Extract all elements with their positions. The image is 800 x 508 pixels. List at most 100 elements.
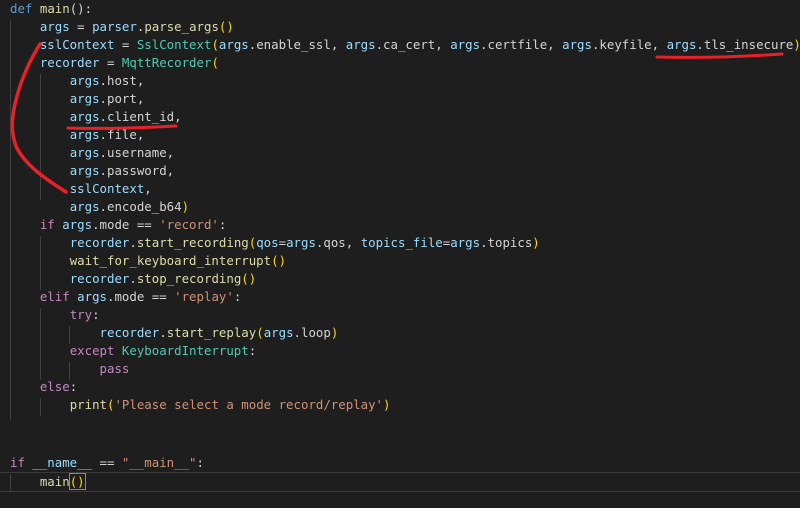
punctuation: : — [218, 217, 227, 232]
code-line[interactable]: recorder.stop_recording() — [10, 270, 257, 288]
variable: args — [666, 37, 697, 52]
punctuation: (): — [69, 1, 93, 16]
variable: args — [54, 217, 93, 232]
variable: args — [69, 163, 100, 178]
keyword: if — [39, 217, 55, 232]
operator: = — [69, 19, 93, 34]
attribute: .encode_b64 — [99, 199, 182, 214]
code-line[interactable]: args.encode_b64) — [10, 198, 189, 216]
punctuation: . — [129, 235, 137, 250]
attribute: .file, — [99, 127, 145, 142]
variable: args — [286, 235, 316, 250]
code-line[interactable]: recorder.start_recording(qos=args.qos, t… — [10, 234, 540, 252]
code-line[interactable]: if args.mode == 'record': — [10, 216, 227, 234]
function-name: start_recording — [136, 235, 249, 250]
punctuation: . — [129, 271, 137, 286]
attribute: .enable_ssl, — [248, 37, 346, 52]
class-name: MqttRecorder — [121, 55, 212, 70]
operator: .mode == — [92, 217, 160, 232]
code-line[interactable]: wait_for_keyboard_interrupt() — [10, 252, 286, 270]
bracket: ) — [330, 325, 339, 340]
current-line-highlight — [0, 472, 800, 492]
function-name: main — [39, 474, 70, 489]
brackets: () — [241, 271, 257, 286]
variable: recorder — [99, 325, 160, 340]
variable: recorder — [39, 55, 100, 70]
variable: args — [69, 145, 100, 160]
attribute: .certfile, — [480, 37, 563, 52]
string-literal: 'record' — [159, 217, 219, 232]
code-line[interactable]: sslContext = SslContext(args.enable_ssl,… — [10, 36, 800, 54]
code-line[interactable]: sslContext, — [10, 180, 152, 198]
operator: = — [99, 55, 122, 70]
variable: recorder — [69, 235, 130, 250]
code-line[interactable]: else: — [10, 378, 77, 396]
string-literal: "__main__" — [121, 455, 197, 470]
function-name: stop_recording — [136, 271, 242, 286]
punctuation: : — [233, 289, 242, 304]
variable: args — [450, 235, 481, 250]
code-line[interactable]: recorder = MqttRecorder( — [10, 54, 219, 72]
variable: args — [345, 37, 376, 52]
bracket: ( — [256, 325, 264, 340]
code-line[interactable]: args.username, — [10, 144, 174, 162]
function-name: parse_args — [144, 19, 219, 34]
attribute: .client_id, — [99, 109, 182, 124]
class-name: KeyboardInterrupt — [114, 343, 249, 358]
brackets: () — [218, 19, 234, 34]
attribute: .loop — [293, 325, 331, 340]
code-line[interactable]: except KeyboardInterrupt: — [10, 342, 257, 360]
attribute: .qos, — [315, 235, 361, 250]
brackets: () — [271, 253, 287, 268]
code-editor[interactable]: def main(): args = parser.parse_args() s… — [0, 0, 800, 508]
bracket: ) — [793, 37, 800, 52]
variable: args — [69, 91, 100, 106]
punctuation: : — [92, 307, 100, 322]
code-line[interactable]: args.port, — [10, 90, 145, 108]
bracket: ) — [181, 199, 190, 214]
code-line[interactable]: recorder.start_replay(args.loop) — [10, 324, 339, 342]
punctuation: . — [159, 325, 167, 340]
attribute: .tls_insecure — [696, 37, 794, 52]
variable: args — [562, 37, 592, 52]
attribute: .topics — [480, 235, 533, 250]
variable: recorder — [69, 271, 130, 286]
variable: __name__ — [24, 455, 93, 470]
variable: args — [450, 37, 481, 52]
keyword: def — [10, 1, 33, 16]
code-line[interactable]: print('Please select a mode record/repla… — [10, 396, 391, 414]
code-line[interactable]: def main(): — [10, 0, 92, 18]
variable: args — [263, 325, 294, 340]
keyword: try — [69, 307, 93, 322]
function-name: main — [39, 1, 70, 16]
variable: sslContext — [39, 37, 115, 52]
code-line[interactable]: pass — [10, 360, 130, 378]
keyword: elif — [39, 289, 70, 304]
code-line[interactable]: try: — [10, 306, 100, 324]
matched-brackets: () — [68, 473, 86, 490]
operator: = — [114, 37, 137, 52]
code-line[interactable]: args.file, — [10, 126, 145, 144]
code-line[interactable]: args.client_id, — [10, 108, 182, 126]
punctuation: , — [144, 181, 152, 196]
code-line[interactable]: args.host, — [10, 72, 145, 90]
bracket: ) — [532, 235, 540, 250]
variable: sslContext — [69, 181, 145, 196]
code-line[interactable]: main() — [10, 473, 86, 491]
code-line[interactable]: args = parser.parse_args() — [10, 18, 234, 36]
variable: args — [69, 199, 100, 214]
attribute: .ca_cert, — [375, 37, 451, 52]
keyword: except — [69, 343, 115, 358]
code-line[interactable]: if __name__ == "__main__": — [10, 454, 204, 472]
punctuation: : — [248, 343, 257, 358]
code-line[interactable]: args.password, — [10, 162, 174, 180]
string-literal: 'Please select a mode record/replay' — [114, 397, 384, 412]
function-name: print — [69, 397, 107, 412]
attribute: .keyfile, — [591, 37, 667, 52]
bracket: ) — [77, 474, 85, 489]
variable: args — [39, 19, 70, 34]
operator: == — [92, 455, 122, 470]
variable: args — [69, 127, 100, 142]
bracket: ( — [211, 37, 219, 52]
code-line[interactable]: elif args.mode == 'replay': — [10, 288, 241, 306]
